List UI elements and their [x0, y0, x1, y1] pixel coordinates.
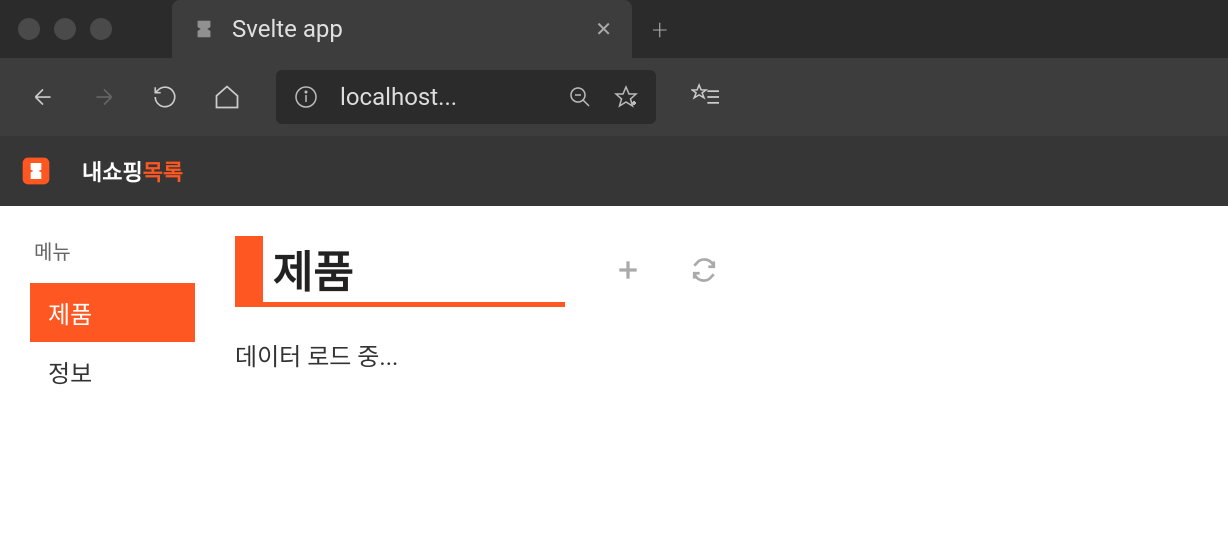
sidebar: 메뉴 제품 정보: [30, 236, 195, 401]
title-accent-bar: [235, 236, 263, 302]
zoom-out-icon[interactable]: [568, 85, 592, 109]
address-text: localhost...: [340, 83, 546, 111]
window-controls: [18, 18, 112, 40]
address-bar[interactable]: localhost...: [276, 70, 656, 124]
app-title-part1: 내쇼핑: [82, 161, 143, 186]
page-title-wrap: 제품: [235, 236, 565, 307]
back-button[interactable]: [30, 84, 56, 110]
sidebar-heading: 메뉴: [30, 236, 195, 265]
new-tab-button[interactable]: +: [652, 13, 668, 46]
add-button[interactable]: [615, 257, 641, 287]
window-close-dot[interactable]: [18, 18, 40, 40]
refresh-button[interactable]: [691, 257, 717, 287]
content-area: 메뉴 제품 정보 제품: [0, 206, 1228, 431]
favorite-add-icon[interactable]: [614, 85, 638, 109]
forward-button[interactable]: [91, 84, 117, 110]
page-header: 제품: [235, 236, 1198, 307]
titlebar: Svelte app ✕ +: [0, 0, 1228, 58]
sidebar-item-products[interactable]: 제품: [30, 283, 195, 342]
window-maximize-dot[interactable]: [90, 18, 112, 40]
svelte-icon: [192, 17, 216, 41]
app-logo-icon: [20, 155, 52, 187]
app-header: 내쇼핑목록: [0, 136, 1228, 206]
tab-title: Svelte app: [232, 15, 579, 43]
page-title: 제품: [273, 236, 354, 302]
reload-button[interactable]: [152, 84, 178, 110]
sidebar-item-label: 제품: [48, 301, 92, 329]
main-content: 제품 데이터 로드 중...: [235, 236, 1198, 401]
app-title-part2: 목록: [143, 161, 183, 186]
window-minimize-dot[interactable]: [54, 18, 76, 40]
loading-text: 데이터 로드 중...: [235, 337, 1198, 372]
app-title: 내쇼핑목록: [82, 155, 183, 187]
close-icon[interactable]: ✕: [595, 17, 612, 41]
browser-chrome: Svelte app ✕ +: [0, 0, 1228, 136]
sidebar-item-label: 정보: [48, 360, 92, 388]
browser-toolbar: localhost...: [0, 58, 1228, 136]
sidebar-item-info[interactable]: 정보: [30, 342, 195, 401]
home-button[interactable]: [213, 83, 241, 111]
favorites-list-icon[interactable]: [691, 83, 719, 111]
browser-tab[interactable]: Svelte app ✕: [172, 0, 632, 58]
info-icon[interactable]: [294, 85, 318, 109]
